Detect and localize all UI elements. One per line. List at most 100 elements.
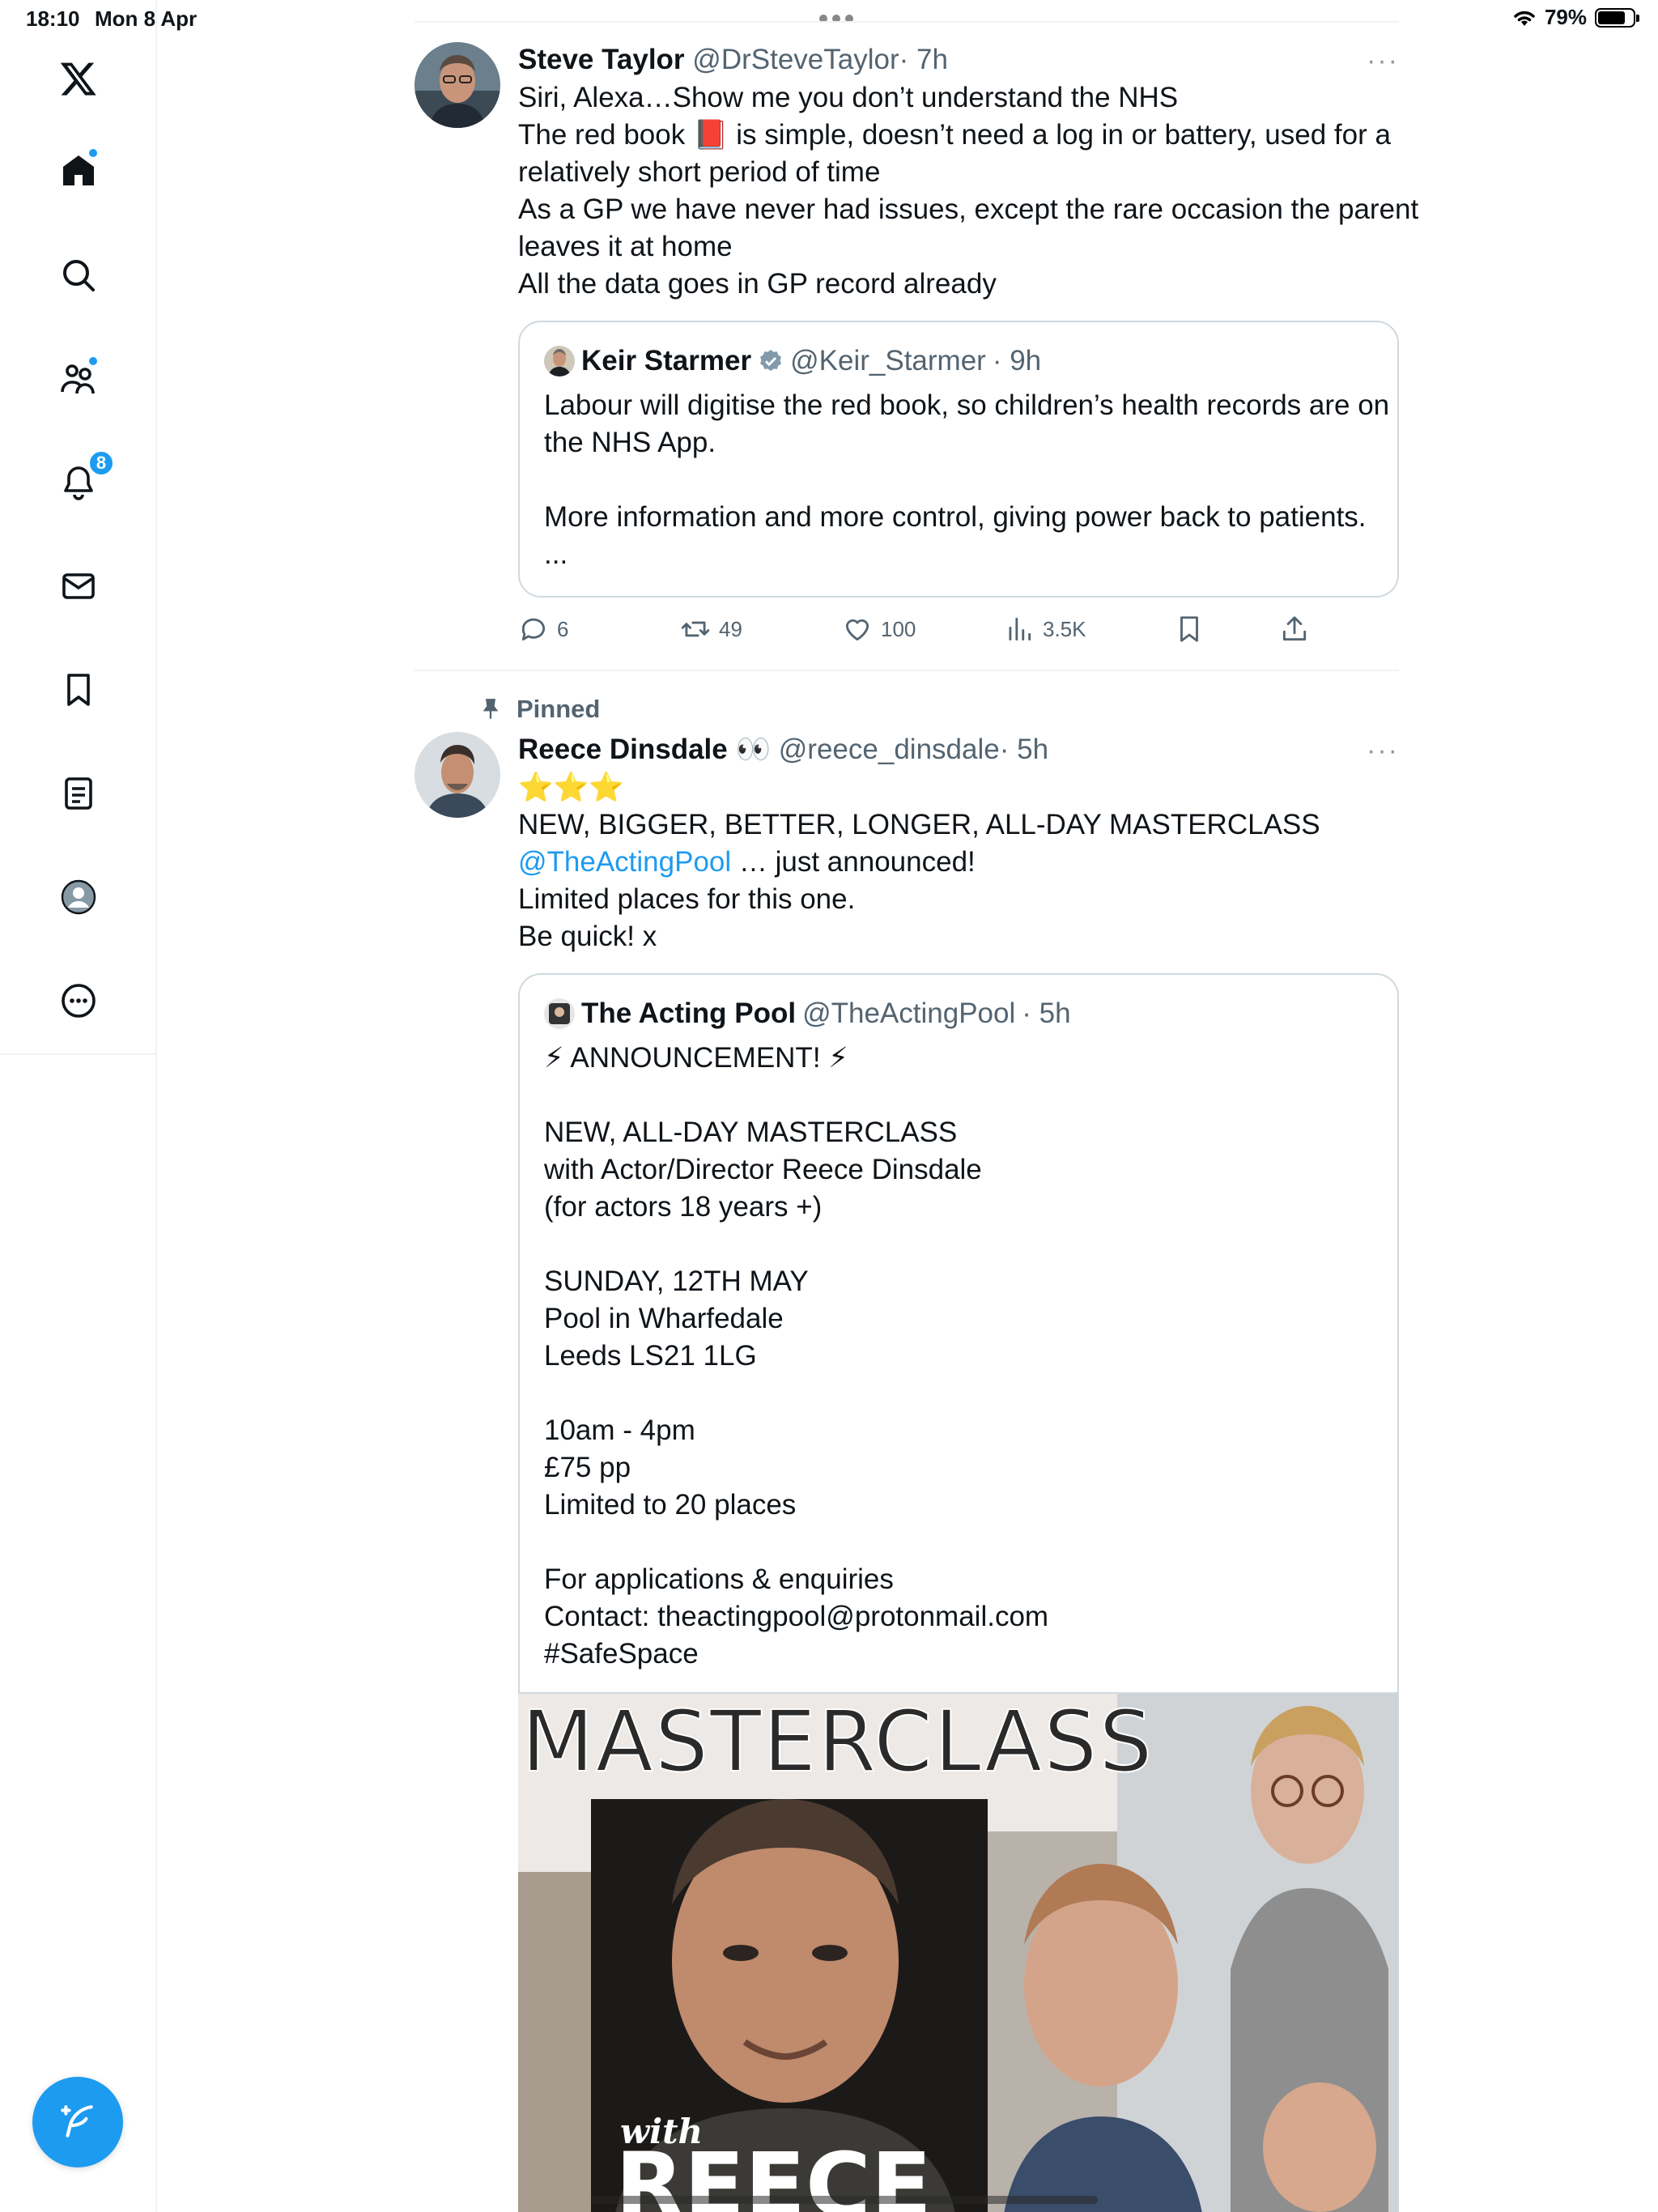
tweet-stars: ⭐⭐⭐ <box>518 772 624 803</box>
quote-author-name: Keir Starmer <box>581 345 752 376</box>
wifi-icon <box>1514 11 1535 26</box>
sidebar: 8 <box>0 0 157 2212</box>
quote-avatar <box>544 998 575 1029</box>
like-count: 100 <box>881 616 916 641</box>
views-button[interactable]: 3.5K <box>1004 614 1086 644</box>
tweet-line: All the data goes in GP record already <box>518 268 997 300</box>
quote-line: 10am - 4pm <box>544 1414 695 1446</box>
quote-line: More information and more control, givin… <box>544 501 1367 533</box>
quote-line: the NHS App. <box>544 427 716 458</box>
communities-icon[interactable] <box>50 351 107 407</box>
communities-notification-dot <box>87 355 99 367</box>
author-name[interactable]: Reece Dinsdale 👀 <box>518 734 771 765</box>
bookmarks-icon[interactable] <box>50 661 107 718</box>
quote-author-name: The Acting Pool <box>581 998 797 1029</box>
quote-line: ⚡ ANNOUNCEMENT! ⚡ <box>544 1042 848 1074</box>
quote-line: NEW, ALL-DAY MASTERCLASS <box>544 1117 958 1148</box>
quote-line: For applications & enquiries <box>544 1563 894 1595</box>
battery-icon <box>1595 7 1639 28</box>
quote-time: · 5h <box>1022 998 1071 1029</box>
tweet-time: · 7h <box>899 44 948 75</box>
profile-icon[interactable] <box>50 869 107 925</box>
author-handle[interactable]: @reece_dinsdale <box>779 734 1000 765</box>
tweet-time: · 5h <box>999 734 1049 765</box>
tweet-line: Siri, Alexa…Show me you don’t understand… <box>518 82 1179 113</box>
home-icon[interactable] <box>50 143 107 199</box>
bookmark-icon <box>1180 616 1198 642</box>
timeline-top-divider <box>414 21 1399 23</box>
tweet-divider <box>414 670 1399 671</box>
messages-icon[interactable] <box>50 558 107 615</box>
quote-line: Labour will digitise the red book, so ch… <box>544 389 1390 421</box>
sidebar-divider <box>0 1053 157 1055</box>
tweet-line: NEW, BIGGER, BETTER, LONGER, ALL-DAY MAS… <box>518 809 1320 840</box>
quote-text: Labour will digitise the red book, so ch… <box>544 387 1390 573</box>
quote-line: £75 pp <box>544 1452 631 1483</box>
tweet-line: The red book 📕 is simple, doesn’t need a… <box>518 119 1391 151</box>
tweet-line: leaves it at home <box>518 231 733 262</box>
repost-count: 49 <box>719 616 742 641</box>
tweet-line: Be quick! x <box>518 921 657 952</box>
quote-line: Pool in Wharfedale <box>544 1303 784 1334</box>
quote-line <box>544 1226 1373 1263</box>
avatar[interactable] <box>414 732 500 818</box>
x-logo-icon[interactable] <box>50 50 107 107</box>
quote-author-handle: @TheActingPool <box>802 998 1016 1029</box>
share-button[interactable] <box>1279 614 1310 644</box>
pin-icon <box>483 699 499 719</box>
tweet-more-button[interactable]: ··· <box>1367 45 1399 77</box>
quote-line: SUNDAY, 12TH MAY <box>544 1266 809 1297</box>
quote-line: Contact: theactingpool@protonmail.com <box>544 1601 1049 1632</box>
quote-line: (for actors 18 years +) <box>544 1191 823 1223</box>
more-icon[interactable] <box>50 972 107 1029</box>
quote-line <box>544 462 1373 499</box>
pinned-label: Pinned <box>479 695 600 724</box>
tweet-line: As a GP we have never had issues, except… <box>518 194 1419 225</box>
quote-line: Leeds LS21 1LG <box>544 1340 757 1372</box>
compose-feather-icon <box>61 2105 93 2138</box>
share-icon <box>1282 616 1307 641</box>
lists-icon[interactable] <box>50 765 107 822</box>
verified-badge-icon <box>760 350 782 372</box>
author-name[interactable]: Steve Taylor <box>518 44 685 75</box>
notifications-badge: 8 <box>87 449 115 477</box>
reply-count: 6 <box>557 616 569 641</box>
quoted-tweet[interactable]: Keir Starmer @Keir_Starmer · 9h Labour wi… <box>518 321 1399 598</box>
quote-line <box>544 1375 1373 1412</box>
quote-author-handle: @Keir_Starmer <box>790 345 986 376</box>
tweet-text: Siri, Alexa…Show me you don’t understand… <box>518 79 1419 303</box>
home-indicator <box>591 2196 1098 2204</box>
views-count: 3.5K <box>1043 616 1086 641</box>
search-icon[interactable] <box>50 247 107 304</box>
battery-percent: 79% <box>1544 5 1587 29</box>
avatar[interactable] <box>414 42 500 128</box>
status-right: 79% <box>1512 5 1639 30</box>
pinned-text: Pinned <box>517 695 601 723</box>
tweet-line: Limited places for this one. <box>518 883 856 915</box>
tweet-actions: 6 49 100 3.5K <box>518 614 1399 654</box>
home-notification-dot <box>87 147 99 159</box>
quote-line: ... <box>544 538 568 570</box>
tweet-line: @TheActingPool … just announced! <box>518 844 1399 881</box>
heart-icon <box>845 619 869 641</box>
quote-avatar <box>544 346 575 376</box>
tweet-line-rest: … just announced! <box>731 846 976 878</box>
quote-line <box>544 1524 1373 1561</box>
reply-button[interactable]: 6 <box>518 614 568 644</box>
reply-icon <box>521 618 546 641</box>
compose-button[interactable] <box>32 2077 123 2167</box>
quote-line: Limited to 20 places <box>544 1489 797 1521</box>
tweet-more-button[interactable]: ··· <box>1367 735 1399 767</box>
views-chart-icon <box>1009 617 1031 641</box>
mention-link[interactable]: @TheActingPool <box>518 846 731 878</box>
notifications-icon[interactable]: 8 <box>50 449 115 511</box>
quote-text: ⚡ ANNOUNCEMENT! ⚡ NEW, ALL-DAY MASTERCLA… <box>544 1040 1373 1673</box>
tweet-text: ⭐⭐⭐ NEW, BIGGER, BETTER, LONGER, ALL-DAY… <box>518 769 1399 955</box>
repost-icon <box>681 621 710 637</box>
bookmark-button[interactable] <box>1174 614 1205 644</box>
quote-line <box>544 1077 1373 1114</box>
repost-button[interactable]: 49 <box>680 614 742 644</box>
author-handle[interactable]: @DrSteveTaylor <box>692 44 899 75</box>
like-button[interactable]: 100 <box>842 614 916 644</box>
masterclass-image[interactable]: MASTERCLASS with REECE <box>518 1692 1399 2212</box>
